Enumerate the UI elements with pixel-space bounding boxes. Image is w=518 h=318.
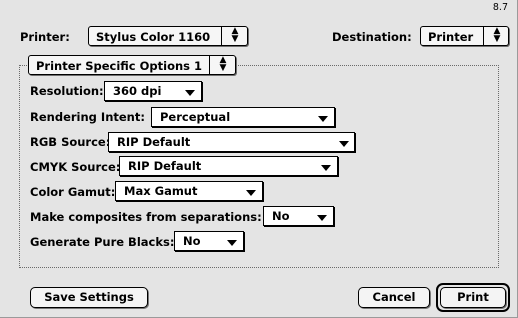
resolution-value: 360 dpi <box>113 84 162 98</box>
cmyk-source-value: RIP Default <box>128 159 202 173</box>
dropdown-arrow-icon <box>317 215 327 221</box>
version-label: 8.7 <box>492 2 508 13</box>
resolution-dropdown[interactable]: 360 dpi <box>104 81 202 101</box>
popup-divider <box>221 27 222 45</box>
cmyk-source-label: CMYK Source: <box>30 160 121 174</box>
panel-selector-popup[interactable]: Printer Specific Options 1 ▲ ▼ <box>28 55 236 75</box>
printer-label: Printer: <box>20 30 70 44</box>
rgb-source-label: RGB Source: <box>30 135 111 149</box>
composites-value: No <box>272 209 290 223</box>
dropdown-arrow-icon <box>339 141 349 147</box>
composites-dropdown[interactable]: No <box>263 206 334 226</box>
cancel-button[interactable]: Cancel <box>358 287 430 308</box>
rendering-intent-label: Rendering Intent: <box>30 110 145 124</box>
print-dialog: 8.7 Printer: Stylus Color 1160 ▲ ▼ Destin… <box>0 0 518 318</box>
up-down-arrows-icon: ▲ ▼ <box>493 26 501 44</box>
dropdown-arrow-icon <box>321 165 331 171</box>
popup-divider <box>209 56 210 74</box>
cmyk-source-dropdown[interactable]: RIP Default <box>119 156 338 176</box>
popup-divider <box>483 27 484 45</box>
rendering-intent-dropdown[interactable]: Perceptual <box>151 107 335 127</box>
rendering-intent-value: Perceptual <box>160 110 231 124</box>
print-button[interactable]: Print <box>440 287 506 308</box>
printer-value: Stylus Color 1160 <box>96 30 211 44</box>
destination-popup[interactable]: Printer ▲ ▼ <box>420 26 509 46</box>
pure-blacks-dropdown[interactable]: No <box>174 231 244 251</box>
color-gamut-label: Color Gamut: <box>30 185 116 199</box>
rgb-source-dropdown[interactable]: RIP Default <box>108 132 355 152</box>
save-settings-button[interactable]: Save Settings <box>30 287 148 308</box>
color-gamut-value: Max Gamut <box>124 184 198 198</box>
dropdown-arrow-icon <box>318 116 328 122</box>
up-down-arrows-icon: ▲ ▼ <box>219 55 227 73</box>
printer-popup[interactable]: Stylus Color 1160 ▲ ▼ <box>88 26 248 46</box>
resolution-label: Resolution: <box>30 84 104 98</box>
color-gamut-dropdown[interactable]: Max Gamut <box>115 181 263 201</box>
rgb-source-value: RIP Default <box>117 135 191 149</box>
destination-value: Printer <box>428 30 474 44</box>
pure-blacks-value: No <box>183 234 201 248</box>
panel-selector-value: Printer Specific Options 1 <box>36 59 203 73</box>
dropdown-arrow-icon <box>185 90 195 96</box>
pure-blacks-label: Generate Pure Blacks: <box>30 235 175 249</box>
dropdown-arrow-icon <box>227 240 237 246</box>
destination-label: Destination: <box>332 30 412 44</box>
up-down-arrows-icon: ▲ ▼ <box>231 26 239 44</box>
dropdown-arrow-icon <box>246 190 256 196</box>
composites-label: Make composites from separations: <box>30 210 262 224</box>
